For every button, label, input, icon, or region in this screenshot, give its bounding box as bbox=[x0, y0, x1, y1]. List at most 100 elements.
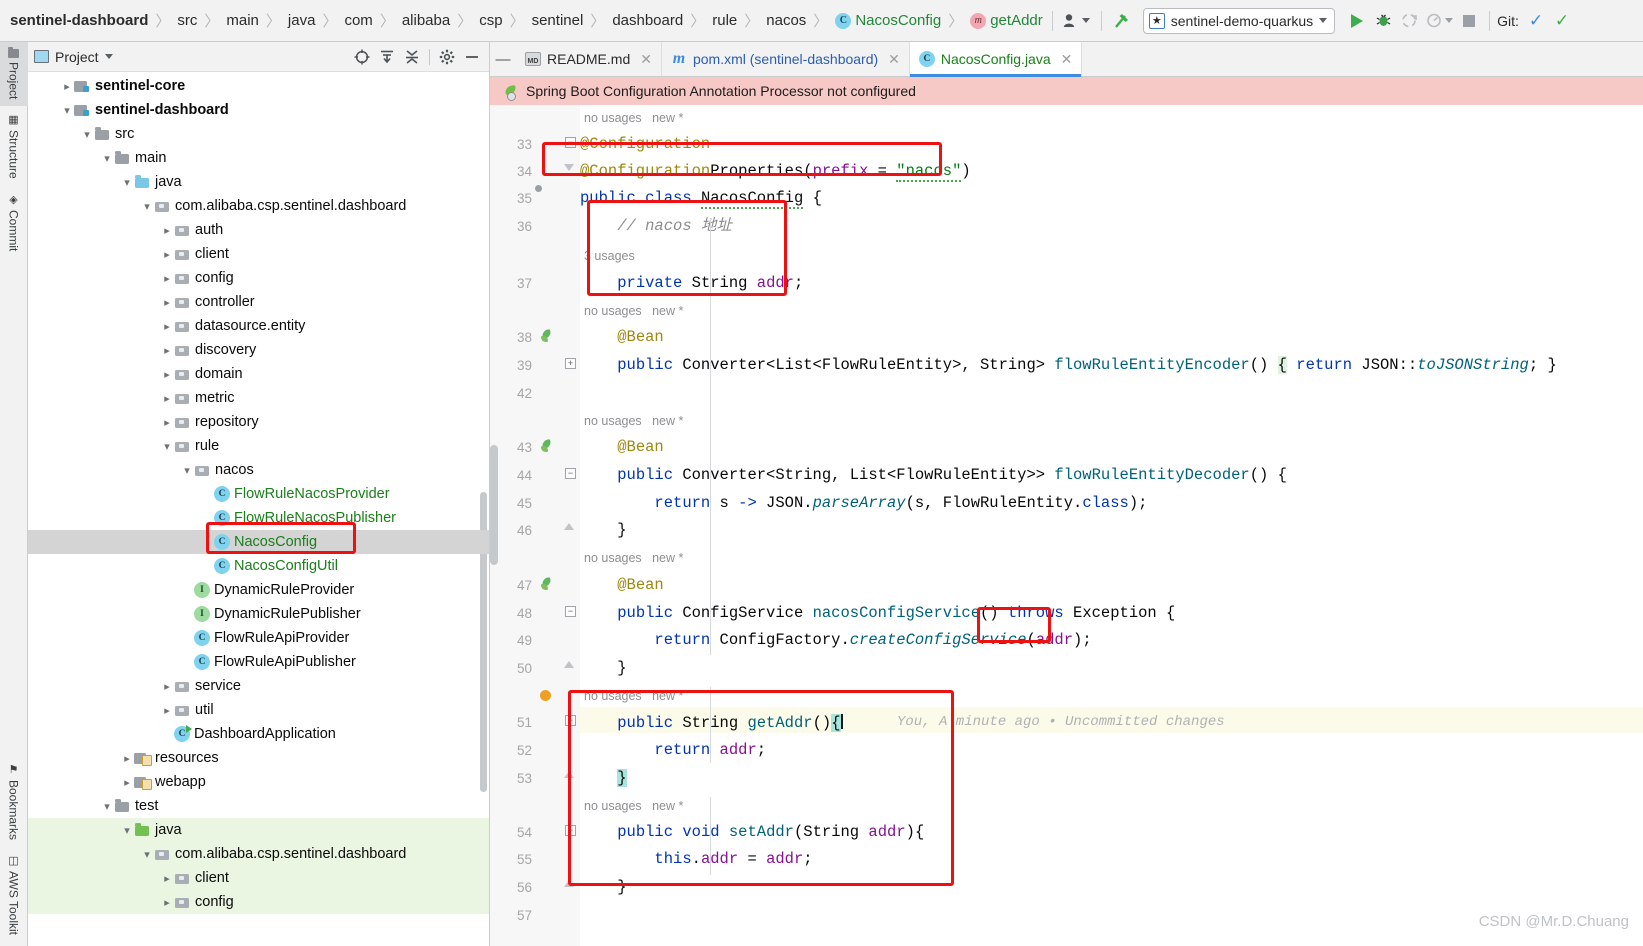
tree-node[interactable]: I DynamicRulePublisher bbox=[28, 602, 489, 626]
tree-node[interactable]: ▸ service bbox=[28, 674, 489, 698]
expand-all-icon[interactable] bbox=[376, 46, 398, 68]
tree-node[interactable]: ▸ domain bbox=[28, 362, 489, 386]
tree-node[interactable]: ▾ src bbox=[28, 122, 489, 146]
bean-icon[interactable] bbox=[540, 577, 556, 593]
tree-node[interactable]: ▾ java bbox=[28, 818, 489, 842]
tree-node[interactable]: C FlowRuleNacosProvider bbox=[28, 482, 489, 506]
code-line[interactable]: return addr; bbox=[580, 742, 766, 758]
hide-panel-icon[interactable] bbox=[461, 46, 483, 68]
chevron-down-icon[interactable]: ▾ bbox=[120, 176, 134, 189]
tree-node[interactable]: C FlowRuleNacosPublisher bbox=[28, 506, 489, 530]
bean-icon[interactable] bbox=[540, 439, 556, 455]
tree-node[interactable]: ▸ config bbox=[28, 890, 489, 914]
chevron-right-icon[interactable]: ▸ bbox=[160, 392, 174, 405]
code-line[interactable]: } bbox=[580, 769, 627, 787]
hammer-build-icon[interactable] bbox=[1109, 8, 1135, 34]
tree-node[interactable]: ▸ metric bbox=[28, 386, 489, 410]
tree-node[interactable]: ▸ resources bbox=[28, 746, 489, 770]
tree-node[interactable]: C NacosConfigUtil bbox=[28, 554, 489, 578]
user-avatar-icon[interactable] bbox=[1060, 8, 1094, 34]
breadcrumb-item-java[interactable]: java bbox=[286, 12, 318, 29]
tree-node[interactable]: ▸ controller bbox=[28, 290, 489, 314]
tree-node[interactable]: C FlowRuleApiPublisher bbox=[28, 650, 489, 674]
code-line[interactable]: private String addr; bbox=[580, 275, 803, 291]
chevron-down-icon[interactable]: ▾ bbox=[140, 848, 154, 861]
fold-collapse-icon[interactable]: − bbox=[565, 137, 576, 148]
inlay-hint[interactable]: 3 usages bbox=[584, 249, 635, 263]
chevron-right-icon[interactable]: ▸ bbox=[160, 248, 174, 261]
tree-node[interactable]: ▾ nacos bbox=[28, 458, 489, 482]
inlay-hint[interactable]: no usages new * bbox=[584, 304, 683, 318]
spring-icon[interactable] bbox=[540, 190, 556, 206]
chevron-down-icon[interactable]: ▾ bbox=[100, 800, 114, 813]
tree-node[interactable]: ▸ auth bbox=[28, 218, 489, 242]
fold-collapse-icon[interactable]: − bbox=[565, 468, 576, 479]
inlay-hint[interactable]: no usages new * bbox=[584, 799, 683, 813]
chevron-down-icon[interactable]: ▾ bbox=[80, 128, 94, 141]
fold-region-end-icon[interactable] bbox=[564, 523, 574, 530]
tree-node[interactable]: ▸ client bbox=[28, 866, 489, 890]
debug-bug-icon[interactable] bbox=[1370, 8, 1396, 34]
code-line[interactable]: public void setAddr(String addr){ bbox=[580, 824, 924, 840]
chevron-right-icon[interactable]: ▸ bbox=[160, 680, 174, 693]
breadcrumb-item-main[interactable]: main bbox=[224, 12, 261, 29]
breadcrumb-item-sentinel[interactable]: sentinel bbox=[530, 12, 586, 29]
chevron-down-icon[interactable]: ▾ bbox=[160, 440, 174, 453]
tree-node[interactable]: ▾ main bbox=[28, 146, 489, 170]
tree-node[interactable]: C DashboardApplication bbox=[28, 722, 489, 746]
fold-region-icon[interactable] bbox=[564, 164, 574, 171]
breadcrumb-item-csp[interactable]: csp bbox=[477, 12, 504, 29]
tool-window-button-aws-toolkit[interactable]: ◫ AWS Toolkit bbox=[7, 847, 21, 942]
code-line[interactable]: return s -> JSON.parseArray(s, FlowRuleE… bbox=[580, 495, 1147, 511]
tree-node[interactable]: ▸ sentinel-core bbox=[28, 74, 489, 98]
inlay-hint[interactable]: no usages new * bbox=[584, 414, 683, 428]
tree-node[interactable]: ▾ sentinel-dashboard bbox=[28, 98, 489, 122]
profiler-icon[interactable] bbox=[1422, 8, 1456, 34]
stop-icon[interactable] bbox=[1456, 8, 1482, 34]
code-line[interactable]: public ConfigService nacosConfigService(… bbox=[580, 605, 1175, 621]
chevron-down-icon[interactable]: ▾ bbox=[100, 152, 114, 165]
chevron-down-icon[interactable]: ▾ bbox=[60, 104, 74, 117]
fold-region-end-icon[interactable] bbox=[564, 880, 574, 887]
gear-settings-icon[interactable] bbox=[436, 46, 458, 68]
chevron-right-icon[interactable]: ▸ bbox=[120, 776, 134, 789]
breakpoint-icon[interactable] bbox=[540, 690, 551, 701]
fold-collapse-icon[interactable]: − bbox=[565, 825, 576, 836]
fold-region-end-icon[interactable] bbox=[564, 661, 574, 668]
tree-node[interactable]: ▸ util bbox=[28, 698, 489, 722]
tree-node[interactable]: ▾ com.alibaba.csp.sentinel.dashboard bbox=[28, 194, 489, 218]
tool-window-button-bookmarks[interactable]: ⚑ Bookmarks bbox=[7, 756, 21, 847]
chevron-down-icon[interactable]: ▾ bbox=[140, 200, 154, 213]
chevron-right-icon[interactable]: ▸ bbox=[160, 896, 174, 909]
git-commit-checkmark-icon[interactable]: ✓ bbox=[1549, 8, 1575, 34]
code-line[interactable]: public Converter<String, List<FlowRuleEn… bbox=[580, 467, 1287, 483]
tree-node[interactable]: ▸ config bbox=[28, 266, 489, 290]
tree-node-selected[interactable]: C NacosConfig bbox=[28, 530, 489, 554]
chevron-right-icon[interactable]: ▸ bbox=[160, 296, 174, 309]
editor-gutter[interactable]: 33 34 35 36 37 38 39 42 43 44 45 46 47 48 49 50 51 52 53 54… bbox=[490, 105, 562, 946]
code-line[interactable]: } bbox=[580, 879, 626, 895]
chevron-right-icon[interactable]: ▸ bbox=[160, 704, 174, 717]
tree-node[interactable]: ▸ client bbox=[28, 242, 489, 266]
tool-window-button-structure[interactable]: ▦ Structure bbox=[7, 106, 21, 186]
code-line[interactable]: @Bean bbox=[580, 439, 664, 455]
tree-node[interactable]: ▸ webapp bbox=[28, 770, 489, 794]
editor-tab-readme-md[interactable]: MD README.md ✕ bbox=[516, 42, 662, 76]
close-icon[interactable]: ✕ bbox=[1061, 51, 1073, 68]
chevron-right-icon[interactable]: ▸ bbox=[160, 872, 174, 885]
code-editor[interactable]: 33 34 35 36 37 38 39 42 43 44 45 46 47 48 49 50 51 52 53 54… bbox=[490, 105, 1643, 946]
chevron-right-icon[interactable]: ▸ bbox=[160, 368, 174, 381]
chevron-right-icon[interactable]: ▸ bbox=[60, 80, 74, 93]
fold-expand-icon[interactable]: + bbox=[565, 358, 576, 369]
tree-node[interactable]: C FlowRuleApiProvider bbox=[28, 626, 489, 650]
chevron-down-icon[interactable] bbox=[104, 54, 113, 59]
collapse-all-icon[interactable] bbox=[401, 46, 423, 68]
code-line[interactable]: return ConfigFactory.createConfigService… bbox=[580, 632, 1091, 648]
breadcrumb-item-nacos[interactable]: nacos bbox=[764, 12, 808, 29]
select-opened-file-icon[interactable] bbox=[351, 46, 373, 68]
breadcrumb-item-rule[interactable]: rule bbox=[710, 12, 739, 29]
chevron-right-icon[interactable]: ▸ bbox=[160, 224, 174, 237]
code-line[interactable]: @Bean bbox=[580, 577, 664, 593]
code-line[interactable]: public class NacosConfig { bbox=[580, 189, 822, 209]
code-line[interactable]: this.addr = addr; bbox=[580, 851, 812, 867]
